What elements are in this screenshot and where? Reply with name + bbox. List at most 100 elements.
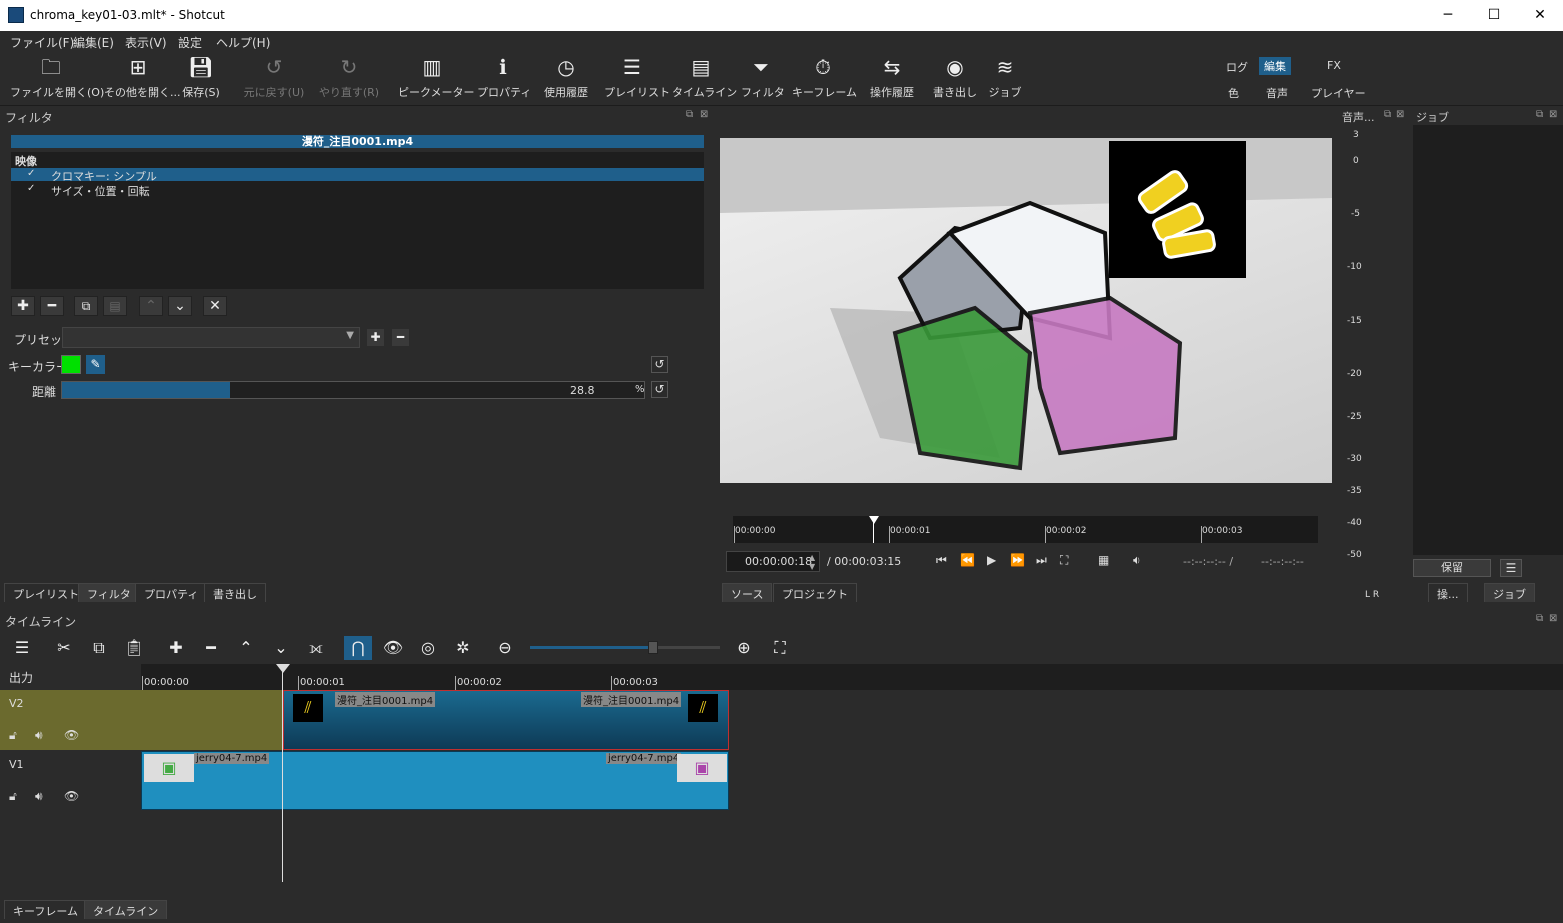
position-timecode[interactable]: 00:00:00:18 ▲ ▼ xyxy=(726,551,820,572)
timeline-ruler[interactable]: 00:00:00 00:00:01 00:00:02 00:00:03 xyxy=(141,664,1563,690)
tab-timeline[interactable]: タイムライン xyxy=(84,900,168,919)
clip-v2[interactable]: ⫽ 漫符_注目0001.mp4 漫符_注目0001.mp4 ⫽ xyxy=(283,690,729,750)
tab-properties[interactable]: プロパティ xyxy=(135,583,208,602)
close-panel-icon[interactable]: ⊠ xyxy=(700,109,708,120)
spin-arrows-icon[interactable]: ▲ ▼ xyxy=(809,553,815,571)
deselect-filter-button[interactable]: ✕ xyxy=(203,296,227,316)
menu-view[interactable]: 表示(V) xyxy=(125,34,167,51)
tab-filter[interactable]: フィルタ xyxy=(78,583,140,602)
float-icon[interactable]: ⧉ xyxy=(1384,109,1391,120)
open-other-button[interactable]: ⊞ その他を開く... xyxy=(104,55,181,100)
remove-icon[interactable]: ━ xyxy=(197,636,225,660)
distance-slider[interactable]: 28.8 % xyxy=(61,381,645,399)
timeline-button[interactable]: ▤ タイムライン xyxy=(672,55,737,100)
zoom-fit-icon[interactable]: ⛶ xyxy=(1060,553,1068,568)
float-icon[interactable]: ⧉ xyxy=(686,109,693,120)
ripple-all-icon[interactable]: ✲ xyxy=(449,636,477,660)
filter-button[interactable]: ⏷ フィルタ xyxy=(741,55,785,100)
layout-fx[interactable]: FX xyxy=(1322,58,1346,73)
visibility-icon[interactable]: 👁︎ xyxy=(64,789,79,803)
menu-file[interactable]: ファイル(F) xyxy=(10,34,74,51)
ripple-icon[interactable]: ◎ xyxy=(414,636,442,660)
tab-export[interactable]: 書き出し xyxy=(204,583,266,602)
overwrite-icon[interactable]: ⌄ xyxy=(267,636,295,660)
zoom-slider-handle[interactable] xyxy=(648,641,659,654)
peak-meter-button[interactable]: ▥ ピークメーター xyxy=(398,55,475,100)
copy-icon[interactable]: ⧉ xyxy=(85,636,113,660)
append-icon[interactable]: ✚ xyxy=(162,636,190,660)
menu-edit[interactable]: 編集(E) xyxy=(73,34,114,51)
remove-filter-button[interactable]: ━ xyxy=(40,296,64,316)
float-icon[interactable]: ⧉ xyxy=(1536,109,1543,120)
grid-icon[interactable]: ▦ xyxy=(1098,553,1109,567)
snap-icon[interactable]: ⋂ xyxy=(344,636,372,660)
filter-checkbox[interactable]: ✓ xyxy=(27,183,35,194)
lock-icon[interactable]: 🔓︎ xyxy=(9,789,17,804)
tab-playlist[interactable]: プレイリスト xyxy=(4,583,88,602)
mute-icon[interactable]: 🔊︎ xyxy=(35,728,43,743)
save-preset-button[interactable]: ✚ xyxy=(367,329,384,346)
move-up-button[interactable]: ⌃ xyxy=(139,296,163,316)
undo-button[interactable]: ↺ 元に戻す(U) xyxy=(242,55,306,100)
tab-keyframes[interactable]: キーフレーム xyxy=(4,900,88,919)
skip-previous-icon[interactable]: ⏮ xyxy=(936,553,947,568)
export-button[interactable]: ◉ 書き出し xyxy=(930,55,980,100)
cut-icon[interactable]: ✂ xyxy=(50,636,78,660)
add-filter-button[interactable]: ✚ xyxy=(11,296,35,316)
video-viewer[interactable] xyxy=(720,138,1332,483)
preset-select[interactable]: ▼ xyxy=(62,327,360,348)
operation-history-button[interactable]: ⇆ 操作履歴 xyxy=(866,55,918,100)
filter-checkbox[interactable]: ✓ xyxy=(27,168,35,179)
timeline-menu-icon[interactable]: ☰ xyxy=(8,636,36,660)
fast-forward-icon[interactable]: ⏩ xyxy=(1010,553,1025,567)
split-icon[interactable]: ⟗ xyxy=(302,636,330,660)
paste-icon[interactable]: 📋︎ xyxy=(120,636,148,660)
menu-help[interactable]: ヘルプ(H) xyxy=(216,34,270,51)
track-header-v2[interactable]: V2 🔓︎ 🔊︎ 👁︎ xyxy=(0,690,141,750)
tab-source[interactable]: ソース xyxy=(722,583,773,602)
zoom-out-icon[interactable]: ⊖ xyxy=(491,636,519,660)
open-file-button[interactable]: 🗀 ファイルを開く(O) xyxy=(10,55,104,100)
volume-icon[interactable]: 🔉︎ xyxy=(1133,553,1141,568)
close-panel-icon[interactable]: ⊠ xyxy=(1396,109,1404,120)
layout-edit[interactable]: 編集 xyxy=(1259,57,1291,75)
close-button[interactable]: ✕ xyxy=(1517,0,1563,31)
keyframe-button[interactable]: ⏱ キーフレーム xyxy=(792,55,857,100)
visibility-icon[interactable]: 👁︎ xyxy=(64,728,79,742)
clip-v1[interactable]: ▣ jerry04-7.mp4 jerry04-7.mp4 ▣ xyxy=(141,751,729,810)
redo-button[interactable]: ↻ やり直す(R) xyxy=(318,55,380,100)
skip-next-icon[interactable]: ⏭ xyxy=(1036,553,1047,568)
zoom-in-icon[interactable]: ⊕ xyxy=(730,636,758,660)
jobs-menu-icon[interactable]: ☰ xyxy=(1500,559,1522,577)
delete-preset-button[interactable]: ━ xyxy=(392,329,409,346)
player-ruler[interactable]: 00:00:00 00:00:01 00:00:02 00:00:03 xyxy=(733,516,1318,543)
close-panel-icon[interactable]: ⊠ xyxy=(1549,109,1557,120)
tab-project[interactable]: プロジェクト xyxy=(773,583,857,602)
key-color-swatch[interactable] xyxy=(61,355,81,374)
track-header-v1[interactable]: V1 🔓︎ 🔊︎ 👁︎ xyxy=(0,751,141,811)
layout-player[interactable]: プレイヤー xyxy=(1306,84,1371,102)
tab-jobs[interactable]: ジョブ xyxy=(1484,583,1535,602)
save-button[interactable]: 💾︎ 保存(S) xyxy=(178,55,224,100)
eyedropper-button[interactable]: ✎ xyxy=(86,355,105,374)
rewind-icon[interactable]: ⏪ xyxy=(960,553,975,567)
jobs-button[interactable]: ≋ ジョブ xyxy=(987,55,1023,100)
layout-log[interactable]: ログ xyxy=(1221,58,1253,76)
minimize-button[interactable]: ─ xyxy=(1425,0,1471,31)
tab-operations[interactable]: 操... xyxy=(1428,583,1468,602)
lock-icon[interactable]: 🔓︎ xyxy=(9,728,17,743)
mute-icon[interactable]: 🔊︎ xyxy=(35,789,43,804)
pause-jobs-button[interactable]: 保留 xyxy=(1413,559,1491,577)
copy-filter-button[interactable]: ⧉ xyxy=(74,296,98,316)
layout-color[interactable]: 色 xyxy=(1223,84,1244,102)
zoom-fit-timeline-icon[interactable]: ⛶ xyxy=(766,636,794,660)
timeline-playhead[interactable] xyxy=(282,664,283,882)
close-panel-icon[interactable]: ⊠ xyxy=(1549,613,1557,624)
move-down-button[interactable]: ⌄ xyxy=(168,296,192,316)
zoom-slider[interactable] xyxy=(530,641,720,654)
menu-settings[interactable]: 設定 xyxy=(178,34,202,51)
layout-audio[interactable]: 音声 xyxy=(1261,84,1293,102)
paste-filter-button[interactable]: ▤ xyxy=(103,296,127,316)
history-button[interactable]: ◷ 使用履歴 xyxy=(539,55,593,100)
lift-icon[interactable]: ⌃ xyxy=(232,636,260,660)
